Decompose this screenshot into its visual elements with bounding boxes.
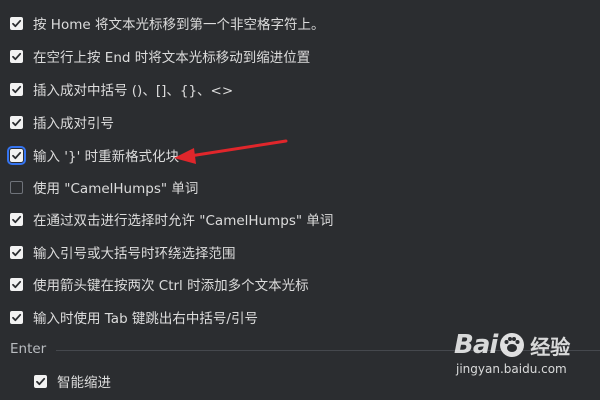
- checkbox[interactable]: [10, 310, 23, 324]
- annotation-arrow-icon: [174, 139, 288, 164]
- option-camelhumps-double-click[interactable]: 在通过双击进行选择时允许 "CamelHumps" 单词: [10, 209, 333, 229]
- option-label: 在空行上按 End 时将文本光标移动到缩进位置: [33, 50, 311, 66]
- checkmark-icon: [12, 19, 22, 27]
- checkbox[interactable]: [10, 115, 23, 129]
- section-title-enter: Enter: [10, 341, 47, 357]
- option-label: 输入时使用 Tab 键跳出右中括号/引号: [33, 311, 258, 327]
- checkmark-icon: [12, 52, 22, 60]
- option-label: 输入引号或大括号时环绕选择范围: [33, 246, 236, 262]
- option-label: 插入成对引号: [33, 116, 114, 132]
- option-multi-caret-ctrl[interactable]: 使用箭头键在按两次 Ctrl 时添加多个文本光标: [10, 274, 309, 294]
- option-label: 智能缩进: [57, 375, 111, 391]
- watermark-brand-suffix: 经验: [530, 334, 571, 359]
- checkmark-icon: [12, 118, 22, 126]
- option-label: 使用箭头键在按两次 Ctrl 时添加多个文本光标: [33, 278, 309, 294]
- checkbox[interactable]: [7, 145, 26, 165]
- checkmark-icon: [12, 280, 22, 288]
- checkbox[interactable]: [10, 16, 23, 30]
- option-insert-paired-quotes[interactable]: 插入成对引号: [10, 112, 114, 132]
- checkmark-icon: [12, 151, 22, 159]
- checkbox[interactable]: [10, 212, 23, 226]
- checkbox[interactable]: [10, 49, 23, 63]
- option-reformat-block-on-brace[interactable]: 输入 '}' 时重新格式化块: [7, 145, 180, 165]
- paw-icon: [500, 333, 525, 357]
- watermark-url: jingyan.baidu.com: [456, 362, 567, 376]
- option-label: 插入成对中括号 ()、[]、{}、<>: [33, 83, 234, 99]
- checkbox[interactable]: [34, 374, 47, 388]
- checkbox[interactable]: [10, 277, 23, 291]
- checkmark-icon: [12, 215, 22, 223]
- baidu-jingyan-watermark: Bai 经验 jingyan.baidu.com: [454, 330, 594, 392]
- checkmark-icon: [12, 85, 22, 93]
- option-surround-selection[interactable]: 输入引号或大括号时环绕选择范围: [10, 242, 236, 262]
- option-label: 使用 "CamelHumps" 单词: [33, 181, 199, 197]
- option-use-camelhumps-words[interactable]: 使用 "CamelHumps" 单词: [10, 177, 198, 197]
- checkbox[interactable]: [10, 180, 23, 194]
- checkmark-icon: [12, 248, 22, 256]
- option-end-on-blank-line[interactable]: 在空行上按 End 时将文本光标移动到缩进位置: [10, 46, 310, 66]
- option-tab-out-of-brackets[interactable]: 输入时使用 Tab 键跳出右中括号/引号: [10, 307, 258, 327]
- checkmark-icon: [12, 313, 22, 321]
- watermark-brand: Bai: [454, 330, 498, 360]
- option-smart-indent[interactable]: 智能缩进: [34, 371, 111, 391]
- checkbox[interactable]: [10, 245, 23, 259]
- editor-settings-panel: 按 Home 将文本光标移到第一个非空格字符上。 在空行上按 End 时将文本光…: [0, 0, 600, 400]
- option-label: 按 Home 将文本光标移到第一个非空格字符上。: [33, 17, 325, 33]
- option-home-smart-key[interactable]: 按 Home 将文本光标移到第一个非空格字符上。: [10, 13, 324, 33]
- checkmark-icon: [36, 377, 46, 385]
- option-insert-paired-brackets[interactable]: 插入成对中括号 ()、[]、{}、<>: [10, 79, 233, 99]
- option-label: 在通过双击进行选择时允许 "CamelHumps" 单词: [33, 213, 334, 229]
- checkbox[interactable]: [10, 82, 23, 96]
- option-label: 输入 '}' 时重新格式化块: [33, 149, 180, 165]
